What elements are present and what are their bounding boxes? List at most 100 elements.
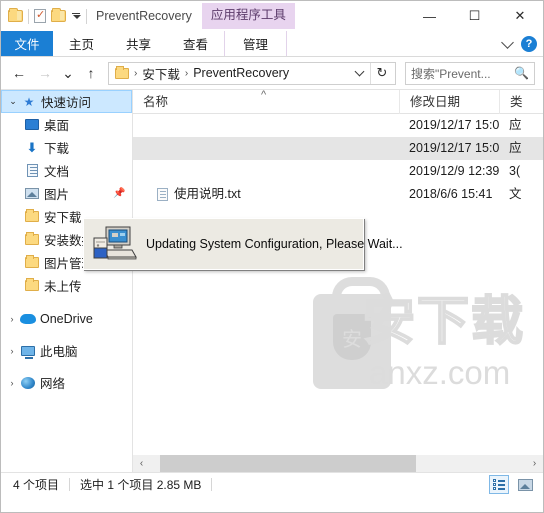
sidebar-item-onedrive[interactable]: › OneDrive xyxy=(1,307,132,330)
details-view-icon[interactable] xyxy=(489,475,509,494)
table-row[interactable]: 2019/12/17 15:01 应 xyxy=(133,114,543,137)
breadcrumb-item-1[interactable]: PreventRecovery xyxy=(193,66,289,80)
cell-date: 2019/12/17 15:01 xyxy=(409,141,499,155)
watermark-url-text: anxz.com xyxy=(369,354,511,391)
refresh-icon[interactable]: ↻ xyxy=(371,65,393,81)
file-explorer-window: PreventRecovery 应用程序工具 — ☐ ✕ 文件 主页 共享 查看… xyxy=(0,0,544,513)
sort-indicator-icon: ^ xyxy=(261,90,267,101)
divider xyxy=(86,8,87,24)
tab-home[interactable]: 主页 xyxy=(53,31,110,56)
cell-type: 应 xyxy=(509,141,522,155)
cell-name xyxy=(133,114,399,137)
pin-icon[interactable]: 📌 xyxy=(113,188,125,199)
horizontal-scrollbar[interactable]: ‹ › xyxy=(133,455,543,472)
back-button[interactable]: ← xyxy=(7,61,31,85)
divider xyxy=(28,8,29,24)
breadcrumb-separator: › xyxy=(134,67,138,79)
tab-manage[interactable]: 管理 xyxy=(224,31,288,56)
folder-icon xyxy=(23,232,41,245)
sidebar-item-not-uploaded[interactable]: 未上传 xyxy=(1,274,132,297)
chevron-right-icon[interactable]: › xyxy=(5,346,19,356)
onedrive-icon xyxy=(19,313,37,324)
sidebar-item-label: 图片 xyxy=(44,188,70,202)
thumbnail-view-icon[interactable] xyxy=(515,475,535,494)
scroll-track[interactable] xyxy=(150,455,526,472)
sidebar-item-label: 文档 xyxy=(44,165,70,179)
search-input[interactable]: 搜索"Prevent... xyxy=(411,65,514,82)
tab-view[interactable]: 查看 xyxy=(167,31,224,56)
watermark-bag-icon xyxy=(313,277,391,389)
file-name-label: 使用说明.txt xyxy=(174,187,241,201)
update-dialog[interactable]: Updating System Configuration, Please Wa… xyxy=(83,218,403,270)
document-icon xyxy=(23,164,41,177)
file-rows: 2019/12/17 15:01 应 2019/12/17 15:01 应 20… xyxy=(133,114,543,206)
scroll-thumb[interactable] xyxy=(160,455,416,472)
sidebar-item-network[interactable]: › 网络 xyxy=(1,371,132,394)
quick-access-dropdown-icon[interactable] xyxy=(71,13,81,19)
selection-info-label: 选中 1 个项目 2.85 MB xyxy=(80,478,202,492)
new-folder-icon[interactable] xyxy=(51,8,66,22)
table-row[interactable]: 2019/12/9 12:39 3( xyxy=(133,160,543,183)
sidebar-item-label: 桌面 xyxy=(44,119,70,133)
network-icon xyxy=(19,376,37,389)
sidebar-item-desktop[interactable]: 桌面 xyxy=(1,113,132,136)
dialog-message: Updating System Configuration, Please Wa… xyxy=(146,237,403,251)
sidebar-item-quick-access[interactable]: ⌄ ★ 快速访问 xyxy=(1,90,132,113)
forward-button[interactable]: → xyxy=(33,61,57,85)
cell-type: 3( xyxy=(509,164,521,178)
folder-icon xyxy=(23,209,41,222)
explorer-body: ⌄ ★ 快速访问 桌面 ⬇ 下载 文档 图片 📌 安下载 安装数据包 图片管理器… xyxy=(1,89,543,472)
sidebar-item-label: 网络 xyxy=(40,377,66,391)
chevron-right-icon[interactable]: › xyxy=(5,378,19,388)
column-header-type[interactable]: 类 xyxy=(499,90,539,114)
search-icon[interactable]: 🔍 xyxy=(514,66,529,80)
folder-icon[interactable] xyxy=(8,8,23,22)
watermark-chinese-text: 安下载 xyxy=(362,292,526,352)
chevron-down-icon[interactable]: ⌄ xyxy=(6,96,20,107)
cell-name xyxy=(133,137,399,160)
sidebar-item-downloads[interactable]: ⬇ 下载 xyxy=(1,136,132,159)
sidebar-item-label: OneDrive xyxy=(40,311,93,326)
recent-locations-icon[interactable]: ⌄ xyxy=(59,61,77,85)
table-row[interactable]: 2019/12/17 15:01 应 xyxy=(133,137,543,160)
cell-type: 文 xyxy=(509,187,522,201)
cell-date: 2019/12/17 15:01 xyxy=(409,118,499,132)
tab-share[interactable]: 共享 xyxy=(110,31,167,56)
breadcrumb[interactable]: › 安下载 › PreventRecovery ↻ xyxy=(108,61,396,85)
table-row[interactable]: 使用说明.txt 2018/6/6 15:41 文 xyxy=(133,183,543,206)
close-button[interactable]: ✕ xyxy=(497,1,543,31)
column-header-row: 名称 修改日期 类 ^ xyxy=(133,90,543,114)
file-list-pane: 名称 修改日期 类 ^ 2019/12/17 15:01 应 2019/12/1… xyxy=(133,90,543,472)
watermark-shield-icon: 安 xyxy=(333,314,371,360)
sidebar-item-label: 下载 xyxy=(44,142,70,156)
cell-type: 应 xyxy=(509,118,522,132)
sidebar-item-pictures[interactable]: 图片 📌 xyxy=(1,182,132,205)
window-title: PreventRecovery xyxy=(96,9,192,23)
scroll-left-arrow-icon[interactable]: ‹ xyxy=(133,455,150,472)
scroll-right-arrow-icon[interactable]: › xyxy=(526,455,543,472)
help-icon[interactable]: ? xyxy=(521,36,537,52)
minimize-button[interactable]: — xyxy=(407,1,452,31)
item-count-label: 4 个项目 xyxy=(13,478,60,492)
properties-icon[interactable] xyxy=(34,8,46,23)
ribbon-right-controls: ? xyxy=(501,31,537,57)
breadcrumb-item-0[interactable]: 安下载 xyxy=(142,64,180,83)
computer-update-icon xyxy=(92,224,138,264)
breadcrumb-dropdown-icon[interactable] xyxy=(354,66,365,76)
column-header-date[interactable]: 修改日期 xyxy=(399,90,499,114)
sidebar-item-documents[interactable]: 文档 xyxy=(1,159,132,182)
cell-date: 2019/12/9 12:39 xyxy=(409,164,499,178)
chevron-down-icon[interactable] xyxy=(501,35,514,49)
sidebar-item-this-pc[interactable]: › 此电脑 xyxy=(1,339,132,362)
up-button[interactable]: ↑ xyxy=(79,61,103,85)
text-file-icon xyxy=(157,188,168,201)
cell-date: 2018/6/6 15:41 xyxy=(409,187,493,201)
folder-icon xyxy=(23,278,41,291)
breadcrumb-separator: › xyxy=(184,67,189,79)
search-box[interactable]: 搜索"Prevent... 🔍 xyxy=(405,61,535,85)
chevron-right-icon[interactable]: › xyxy=(5,314,19,324)
maximize-button[interactable]: ☐ xyxy=(452,1,497,31)
ribbon-tab-bar: 文件 主页 共享 查看 管理 ? xyxy=(1,31,543,57)
folder-icon xyxy=(23,255,41,268)
tab-file[interactable]: 文件 xyxy=(1,31,53,56)
